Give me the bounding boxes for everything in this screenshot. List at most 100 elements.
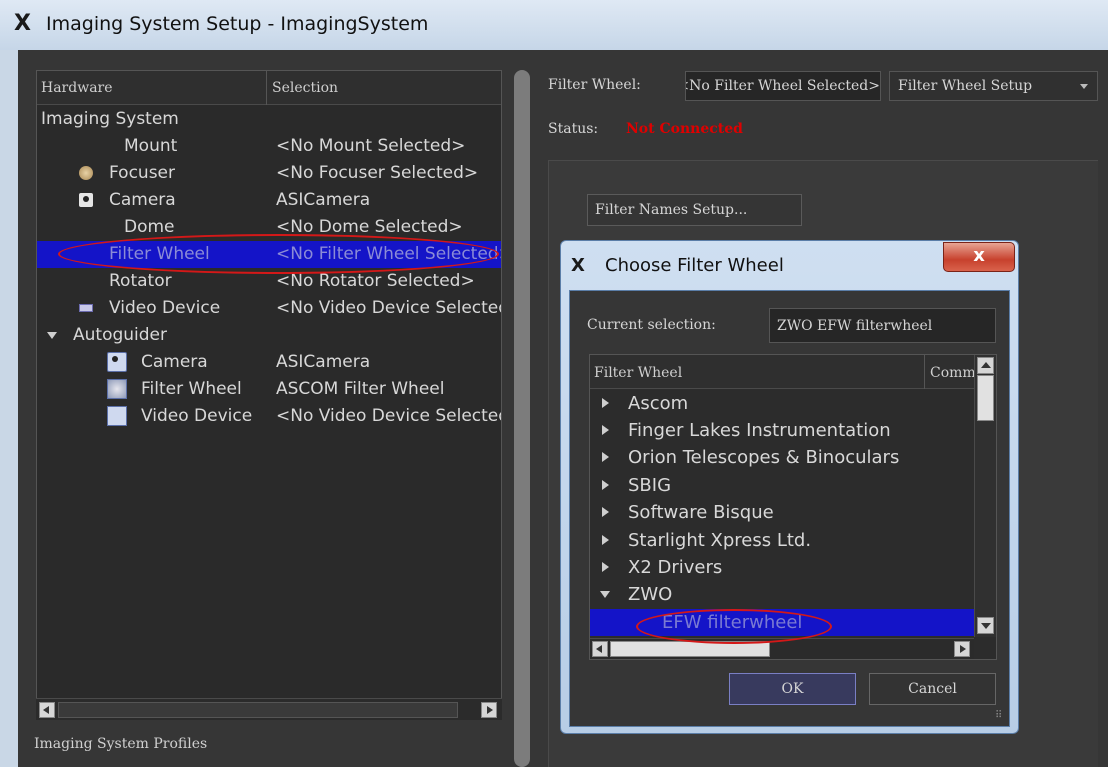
app-logo-icon: X (571, 255, 585, 276)
tree-row-selection: ASICamera (276, 190, 371, 210)
scroll-up-button[interactable] (977, 357, 994, 374)
tree-row-label: Video Device (109, 298, 221, 318)
tree-row-autoguider-filter-wheel[interactable]: Filter Wheel ASCOM Filter Wheel (37, 376, 501, 403)
tree-row-label: Mount (124, 136, 178, 156)
resize-grip-icon[interactable]: ⠿ (995, 710, 1002, 721)
scroll-down-button[interactable] (977, 617, 994, 634)
tree-row-selection: ASICamera (276, 352, 371, 372)
column-separator[interactable] (924, 355, 925, 389)
arrow-left-icon (596, 645, 602, 653)
tree-row-label: Focuser (109, 163, 175, 183)
tree-row-label: Camera (109, 190, 176, 210)
panel-splitter[interactable] (514, 70, 530, 767)
tree-row-selection: <No Video Device Selected> (276, 406, 501, 426)
filter-wheel-selection-field[interactable]: <No Filter Wheel Selected> (685, 71, 881, 101)
scroll-right-button[interactable] (954, 641, 970, 657)
list-item-label: Software Bisque (628, 502, 774, 523)
window-title: Imaging System Setup - ImagingSystem (46, 13, 429, 35)
video-icon (79, 304, 93, 312)
list-item-software-bisque[interactable]: Software Bisque (590, 499, 974, 526)
app-logo-icon: X (14, 11, 31, 36)
expand-arrow-icon[interactable] (602, 507, 609, 517)
list-item-starlight-xpress[interactable]: Starlight Xpress Ltd. (590, 527, 974, 554)
column-header-filter-wheel[interactable]: Filter Wheel (594, 365, 682, 381)
chevron-down-icon (1080, 84, 1088, 89)
expand-arrow-icon[interactable] (602, 425, 609, 435)
tree-row-selection: <No Rotator Selected> (276, 271, 475, 291)
tree-row-label: Rotator (109, 271, 172, 291)
arrow-left-icon (43, 706, 49, 714)
hardware-tree[interactable]: Hardware Selection Imaging System Mount … (36, 70, 502, 720)
list-item-sbig[interactable]: SBIG (590, 472, 974, 499)
collapse-arrow-icon[interactable] (600, 591, 610, 598)
list-vertical-scrollbar[interactable] (974, 355, 996, 637)
tree-row-camera[interactable]: Camera ASICamera (37, 187, 501, 214)
hardware-tree-header: Hardware Selection (37, 71, 501, 105)
ok-button[interactable]: OK (729, 673, 856, 705)
hardware-horizontal-scrollbar[interactable] (36, 698, 502, 720)
arrow-right-icon (960, 645, 966, 653)
tree-row-focuser[interactable]: Focuser <No Focuser Selected> (37, 160, 501, 187)
expand-arrow-icon[interactable] (602, 452, 609, 462)
close-button[interactable]: x (943, 242, 1015, 272)
expand-arrow-icon[interactable] (602, 535, 609, 545)
current-selection-field: ZWO EFW filterwheel (769, 308, 996, 343)
cancel-button[interactable]: Cancel (869, 673, 996, 705)
list-item-label: X2 Drivers (628, 557, 723, 578)
filter-names-setup-button[interactable]: Filter Names Setup... (587, 194, 802, 226)
tree-row-selection: <No Mount Selected> (276, 136, 466, 156)
list-item-orion[interactable]: Orion Telescopes & Binoculars (590, 444, 974, 471)
list-item-label: Ascom (628, 393, 689, 414)
tree-row-autoguider-video-device[interactable]: Video Device <No Video Device Selected> (37, 403, 501, 430)
window-title-bar: X Imaging System Setup - ImagingSystem (0, 0, 1108, 50)
list-item-label: ZWO (628, 584, 673, 605)
expand-arrow-icon[interactable] (602, 398, 609, 408)
camera-icon (107, 352, 127, 372)
scroll-left-button[interactable] (39, 702, 55, 718)
list-item-label: SBIG (628, 475, 672, 496)
tree-row-selection: <No Focuser Selected> (276, 163, 479, 183)
list-item-label: Starlight Xpress Ltd. (628, 530, 812, 551)
close-icon: x (973, 245, 985, 266)
annotation-ellipse (58, 234, 499, 274)
tree-row-autoguider[interactable]: Autoguider (37, 322, 501, 349)
column-separator[interactable] (266, 71, 267, 105)
list-item-x2-drivers[interactable]: X2 Drivers (590, 554, 974, 581)
list-item-zwo[interactable]: ZWO (590, 581, 974, 608)
list-item-label: Finger Lakes Instrumentation (628, 420, 891, 441)
list-item-label: Orion Telescopes & Binoculars (628, 447, 900, 468)
dialog-title: Choose Filter Wheel (605, 255, 784, 276)
expand-arrow-icon[interactable] (602, 562, 609, 572)
video-icon (107, 406, 127, 426)
tree-row-imaging-system[interactable]: Imaging System (37, 106, 501, 133)
arrow-up-icon (981, 362, 991, 368)
tree-row-label: Camera (141, 352, 208, 372)
current-selection-label: Current selection: (587, 317, 716, 333)
list-item-finger-lakes[interactable]: Finger Lakes Instrumentation (590, 417, 974, 444)
filter-wheel-icon (107, 379, 127, 399)
scroll-left-button[interactable] (592, 641, 608, 657)
column-header-hardware[interactable]: Hardware (41, 80, 113, 96)
scrollbar-thumb[interactable] (58, 702, 458, 718)
tree-row-label: Video Device (141, 406, 253, 426)
tree-row-autoguider-camera[interactable]: Camera ASICamera (37, 349, 501, 376)
tree-row-label: Autoguider (73, 325, 167, 345)
expand-arrow-icon[interactable] (602, 480, 609, 490)
arrow-right-icon (487, 706, 493, 714)
filter-wheel-label: Filter Wheel: (548, 77, 641, 93)
list-item-ascom[interactable]: Ascom (590, 390, 974, 417)
scroll-right-button[interactable] (481, 702, 497, 718)
tree-row-video-device[interactable]: Video Device <No Video Device Selected> (37, 295, 501, 322)
column-header-selection[interactable]: Selection (272, 80, 338, 96)
tree-row-mount[interactable]: Mount <No Mount Selected> (37, 133, 501, 160)
filter-wheel-setup-label: Filter Wheel Setup (898, 78, 1033, 94)
tree-row-selection: <No Video Device Selected> (276, 298, 501, 318)
scrollbar-thumb[interactable] (977, 375, 994, 421)
filter-wheel-list-header: Filter Wheel Comme (590, 355, 984, 389)
tree-row-label: Imaging System (41, 109, 179, 129)
expand-arrow-icon[interactable] (47, 332, 57, 339)
filter-wheel-setup-dropdown[interactable]: Filter Wheel Setup (889, 71, 1098, 101)
arrow-down-icon (981, 623, 991, 629)
status-badge: Not Connected (626, 121, 743, 137)
focuser-icon (79, 166, 93, 180)
